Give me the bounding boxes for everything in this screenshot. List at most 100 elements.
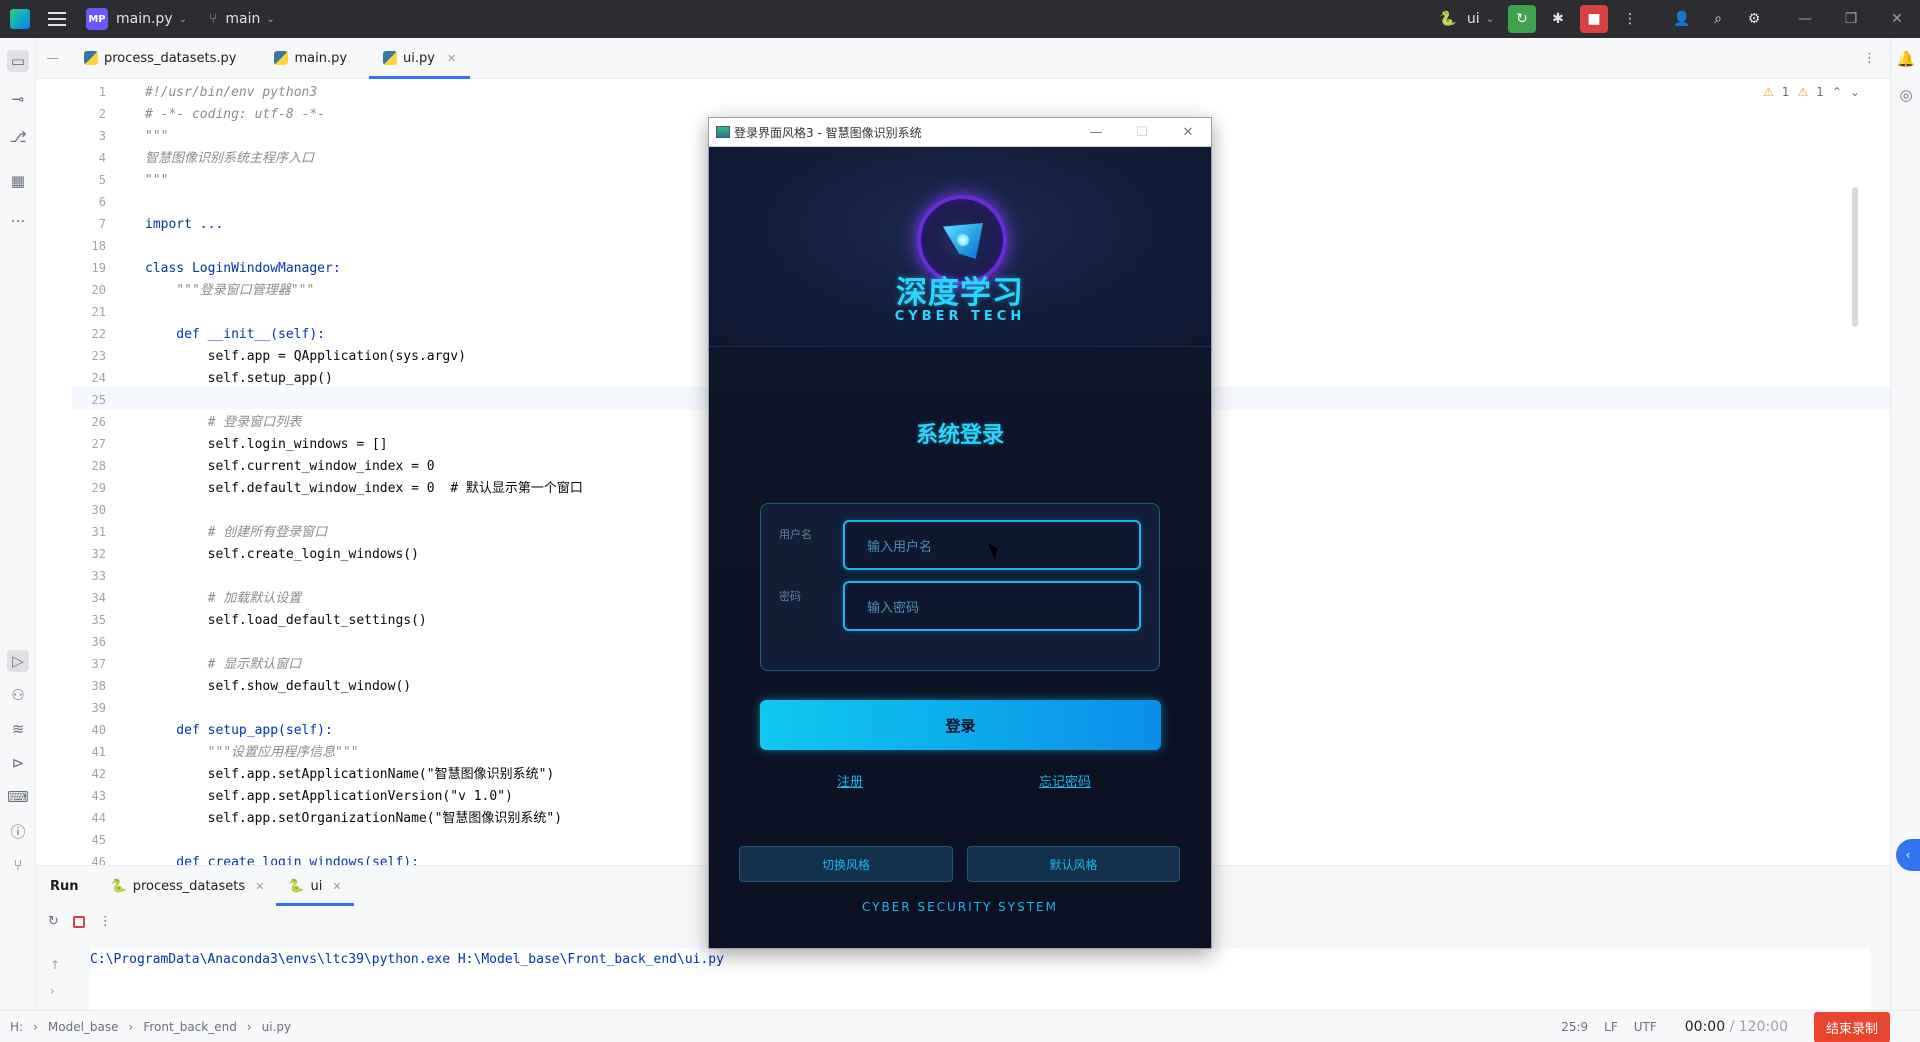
forgot-password-link[interactable]: 忘记密码 bbox=[1039, 771, 1091, 790]
code-line[interactable]: # 加载默认设置 bbox=[145, 588, 302, 610]
code-line[interactable]: """ bbox=[145, 170, 168, 192]
minimize-button[interactable]: — bbox=[1073, 125, 1119, 140]
branch-label[interactable]: main bbox=[225, 11, 260, 27]
code-line[interactable]: def create_login_windows(self): bbox=[145, 852, 419, 865]
chevron-down-icon[interactable]: ⌄ bbox=[179, 14, 187, 25]
ai-assistant-icon[interactable]: ◎ bbox=[1895, 84, 1917, 106]
expand-icon[interactable]: › bbox=[50, 984, 55, 998]
line-number: 29 bbox=[91, 481, 106, 495]
pull-requests-icon[interactable]: ⎇ bbox=[7, 126, 29, 148]
code-line[interactable]: # 创建所有登录窗口 bbox=[145, 522, 328, 544]
code-line[interactable]: self.setup_app() bbox=[145, 368, 333, 390]
git-branch-icon[interactable]: ⑂ bbox=[209, 11, 217, 27]
code-line[interactable]: class LoginWindowManager: bbox=[145, 258, 341, 280]
switch-style-button[interactable]: 切换风格 bbox=[739, 846, 953, 882]
chevron-down-icon[interactable]: ⌄ bbox=[1850, 85, 1860, 99]
folder-crumb[interactable]: Front_back_end bbox=[143, 1020, 236, 1034]
git-icon[interactable]: ⑂ bbox=[7, 854, 29, 876]
python-console-icon[interactable]: ⚇ bbox=[7, 684, 29, 706]
project-folder-icon[interactable]: ▭ bbox=[7, 50, 29, 72]
layers-icon[interactable]: ≋ bbox=[7, 718, 29, 740]
file-encoding[interactable]: UTF bbox=[1634, 1020, 1657, 1034]
settings-gear-icon[interactable]: ⚙ bbox=[1740, 5, 1768, 33]
close-tab-icon[interactable]: ✕ bbox=[332, 880, 341, 893]
line-number: 39 bbox=[91, 701, 106, 715]
drive-crumb[interactable]: H: bbox=[10, 1020, 23, 1034]
commit-icon[interactable]: ⊸ bbox=[7, 88, 29, 110]
close-tab-icon[interactable]: ✕ bbox=[255, 880, 264, 893]
stop-button[interactable]: ■ bbox=[1580, 5, 1608, 33]
tab-process-datasets[interactable]: process_datasets.py bbox=[70, 38, 250, 79]
maximize-button[interactable]: ☐ bbox=[1119, 125, 1165, 140]
code-line[interactable]: # -*- coding: utf-8 -*- bbox=[145, 104, 325, 126]
minimize-button[interactable]: — bbox=[1782, 0, 1828, 38]
run-tab-process-datasets[interactable]: 🐍 process_datasets ✕ bbox=[99, 866, 277, 906]
code-line[interactable]: self.app = QApplication(sys.argv) bbox=[145, 346, 466, 368]
code-line[interactable]: self.default_window_index = 0 # 默认显示第一个窗… bbox=[145, 478, 583, 500]
code-line[interactable]: def __init__(self): bbox=[145, 324, 325, 346]
stop-icon[interactable] bbox=[72, 915, 85, 928]
console-output[interactable]: C:\ProgramData\Anaconda3\envs\ltc39\pyth… bbox=[90, 948, 1870, 1010]
editor-scrollbar[interactable] bbox=[1852, 187, 1858, 327]
search-icon[interactable]: ⌕ bbox=[1704, 5, 1732, 33]
chevron-down-icon[interactable]: ⌄ bbox=[1486, 14, 1494, 25]
code-line[interactable]: # 显示默认窗口 bbox=[145, 654, 302, 676]
register-link[interactable]: 注册 bbox=[837, 771, 863, 790]
code-line[interactable]: self.app.setOrganizationName("智慧图像识别系统") bbox=[145, 808, 562, 830]
more-icon[interactable]: ⋮ bbox=[99, 914, 112, 929]
debug-icon[interactable]: ✱ bbox=[1544, 5, 1572, 33]
close-button[interactable]: ✕ bbox=[1165, 125, 1211, 140]
code-line[interactable]: self.app.setApplicationVersion("v 1.0") bbox=[145, 786, 513, 808]
run-tool-icon[interactable]: ▷ bbox=[7, 650, 29, 672]
inspection-widget[interactable]: ⚠ 1 ⚠ 1 ⌃ ⌄ bbox=[1763, 85, 1860, 99]
terminal-icon[interactable]: ⌨ bbox=[7, 786, 29, 808]
project-file-label[interactable]: main.py bbox=[116, 11, 173, 27]
code-line[interactable]: #!/usr/bin/env python3 bbox=[145, 82, 317, 104]
run-tab-ui[interactable]: 🐍 ui ✕ bbox=[276, 866, 354, 906]
chevron-down-icon[interactable]: ⌄ bbox=[266, 14, 274, 25]
project-badge[interactable]: MP bbox=[86, 8, 108, 30]
add-user-icon[interactable]: 👤 bbox=[1668, 5, 1696, 33]
maximize-button[interactable]: ❐ bbox=[1828, 0, 1874, 38]
more-actions-icon[interactable]: ⋮ bbox=[1616, 5, 1644, 33]
code-line[interactable]: """设置应用程序信息""" bbox=[145, 742, 359, 764]
close-button[interactable]: ✕ bbox=[1874, 0, 1920, 38]
password-input[interactable]: 输入密码 bbox=[843, 581, 1141, 631]
line-separator[interactable]: LF bbox=[1604, 1020, 1618, 1034]
tab-more-icon[interactable]: ⋮ bbox=[1863, 51, 1876, 66]
run-config-label[interactable]: ui bbox=[1467, 11, 1480, 27]
code-line[interactable]: import ... bbox=[145, 214, 223, 236]
code-line[interactable]: def setup_app(self): bbox=[145, 720, 333, 742]
stop-recording-button[interactable]: 结束录制 bbox=[1813, 1011, 1890, 1042]
code-line[interactable]: self.load_default_settings() bbox=[145, 610, 427, 632]
more-tools-icon[interactable]: … bbox=[7, 206, 29, 228]
file-crumb[interactable]: ui.py bbox=[262, 1020, 291, 1034]
code-line[interactable]: self.login_windows = [] bbox=[145, 434, 388, 456]
code-line[interactable]: # 登录窗口列表 bbox=[145, 412, 302, 434]
collapse-icon[interactable]: — bbox=[36, 51, 70, 66]
rerun-icon[interactable]: ↻ bbox=[48, 914, 59, 929]
scroll-up-icon[interactable]: ↑ bbox=[50, 958, 60, 972]
main-menu-icon[interactable] bbox=[48, 12, 66, 26]
code-line[interactable]: """ bbox=[145, 126, 168, 148]
notifications-icon[interactable]: 🔔 bbox=[1895, 48, 1917, 70]
folder-crumb[interactable]: Model_base bbox=[48, 1020, 119, 1034]
code-line[interactable]: self.current_window_index = 0 bbox=[145, 456, 435, 478]
structure-icon[interactable]: ▦ bbox=[7, 170, 29, 192]
code-line[interactable]: """登录窗口管理器""" bbox=[145, 280, 314, 302]
chevron-up-icon[interactable]: ⌃ bbox=[1832, 85, 1842, 99]
tab-ui[interactable]: ui.py ✕ bbox=[369, 38, 471, 79]
code-line[interactable]: self.create_login_windows() bbox=[145, 544, 419, 566]
problems-icon[interactable]: ⓘ bbox=[7, 820, 29, 842]
tab-main[interactable]: main.py bbox=[260, 38, 361, 79]
close-tab-icon[interactable]: ✕ bbox=[447, 52, 456, 65]
code-line[interactable]: self.show_default_window() bbox=[145, 676, 412, 698]
caret-position[interactable]: 25:9 bbox=[1561, 1020, 1588, 1034]
code-line[interactable]: 智慧图像识别系统主程序入口 bbox=[145, 148, 314, 170]
rerun-button[interactable]: ↻ bbox=[1508, 5, 1536, 33]
default-style-button[interactable]: 默认风格 bbox=[967, 846, 1180, 882]
login-button[interactable]: 登录 bbox=[760, 700, 1161, 750]
services-icon[interactable]: ⊳ bbox=[7, 752, 29, 774]
chevron-left-icon[interactable]: ‹ bbox=[1896, 839, 1920, 871]
code-line[interactable]: self.app.setApplicationName("智慧图像识别系统") bbox=[145, 764, 555, 786]
